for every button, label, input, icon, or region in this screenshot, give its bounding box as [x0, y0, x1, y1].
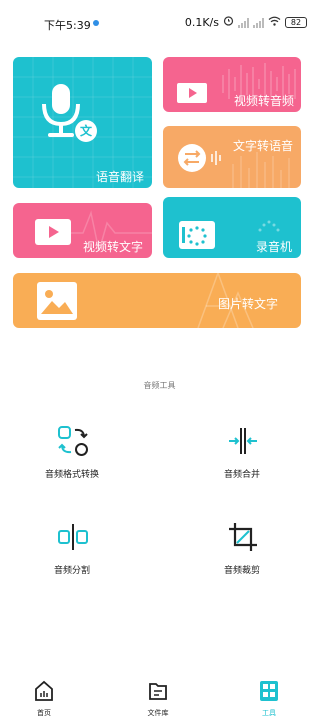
text-to-speech-label: 文字转语音 [232, 139, 293, 153]
status-time: 下午5:39 [44, 19, 91, 32]
tab-tools-label: 工具 [262, 709, 276, 717]
image-to-text-card[interactable]: 图片转文字 [13, 273, 301, 328]
battery-icon: 82 [285, 16, 307, 28]
audio-crop-label: 音频裁剪 [223, 566, 260, 576]
recorder-device-icon [179, 221, 215, 249]
signal-2-icon [253, 17, 264, 28]
microphone-icon [42, 84, 80, 137]
video-to-text-label: 视频转文字 [82, 240, 143, 254]
translate-badge-icon: 文 [75, 120, 97, 142]
voice-translate-card[interactable]: 文 语音翻译 [13, 57, 152, 188]
video-play-icon [35, 219, 71, 245]
status-bar: 下午5:39 0.1K/s 82 [0, 0, 319, 44]
audio-merge-label: 音频合并 [223, 470, 260, 480]
bottom-tab-bar: 首页 文件库 工具 [0, 672, 319, 719]
home-icon [35, 680, 53, 701]
video-to-text-card[interactable]: 视频转文字 [13, 203, 152, 258]
image-to-text-label: 图片转文字 [217, 297, 278, 311]
recorder-label: 录音机 [255, 240, 292, 254]
folder-icon [149, 683, 167, 700]
text-to-speech-card[interactable]: 文字转语音 [163, 126, 301, 188]
crop-icon [229, 523, 257, 551]
convert-arrows-icon [178, 144, 221, 172]
tools-icon [260, 681, 278, 701]
signal-icon [238, 17, 249, 28]
recorder-card[interactable]: 录音机 [163, 197, 301, 258]
tab-home-label: 首页 [37, 709, 51, 717]
merge-icon [229, 428, 257, 454]
format-convert-icon [58, 426, 88, 456]
video-to-audio-label: 视频转音频 [233, 94, 294, 108]
video-play-icon [177, 83, 207, 103]
wifi-icon [268, 16, 281, 29]
split-icon [58, 524, 88, 550]
voice-translate-label: 语音翻译 [95, 170, 144, 184]
video-to-audio-card[interactable]: 视频转音频 [163, 57, 301, 112]
image-icon [37, 282, 77, 320]
audio-tools-title: 音频工具 [143, 381, 176, 390]
audio-split-label: 音频分割 [53, 566, 90, 576]
audio-format-convert-label: 音频格式转换 [44, 470, 99, 480]
notification-dot-icon [93, 20, 99, 26]
status-indicators: 0.1K/s 82 [185, 15, 307, 29]
tab-file-library-label: 文件库 [147, 709, 169, 717]
network-speed: 0.1K/s [184, 15, 219, 29]
alarm-icon [223, 15, 234, 29]
